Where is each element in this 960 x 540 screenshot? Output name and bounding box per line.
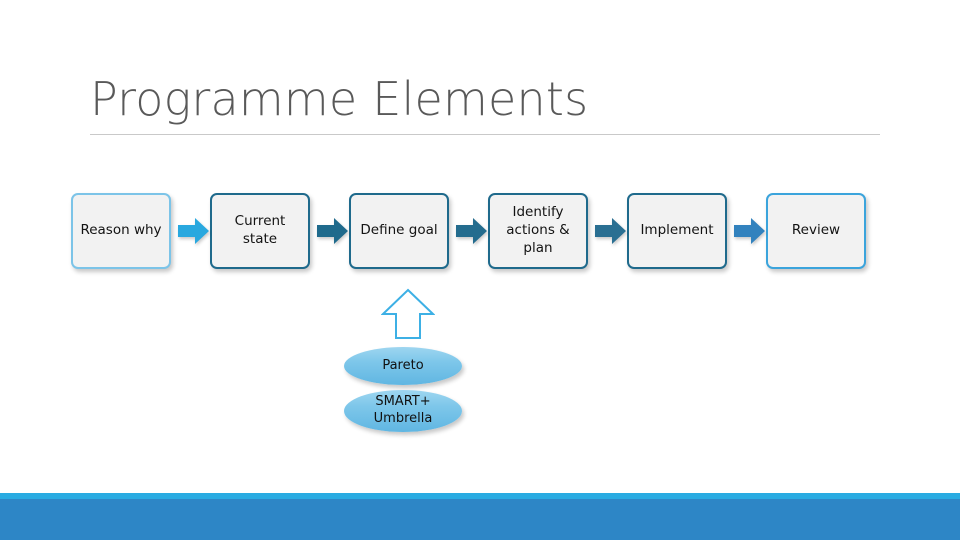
arrow-right-icon — [595, 216, 626, 246]
process-flow-diagram: Reason why Current state Define goal Iden… — [0, 0, 960, 540]
process-step-label: Identify actions & plan — [506, 204, 570, 256]
process-step-reason-why[interactable]: Reason why — [71, 193, 171, 269]
process-step-implement[interactable]: Implement — [627, 193, 727, 269]
callout-ellipse-label: SMART+ Umbrella — [373, 394, 433, 426]
process-step-label: Review — [791, 222, 841, 239]
process-step-identify-actions-plan[interactable]: Identify actions & plan — [488, 193, 588, 269]
arrow-right-icon — [178, 216, 209, 246]
process-step-label: Implement — [640, 222, 714, 239]
arrow-right-icon — [734, 216, 765, 246]
arrow-right-icon — [456, 216, 487, 246]
arrow-right-icon — [317, 216, 348, 246]
process-step-define-goal[interactable]: Define goal — [349, 193, 449, 269]
callout-ellipse-pareto[interactable]: Pareto — [344, 347, 462, 385]
process-step-review[interactable]: Review — [766, 193, 866, 269]
process-step-label: Define goal — [360, 222, 438, 239]
footer-band — [0, 499, 960, 540]
process-step-current-state[interactable]: Current state — [210, 193, 310, 269]
callout-ellipse-smart-umbrella[interactable]: SMART+ Umbrella — [344, 390, 462, 432]
callout-ellipse-label: Pareto — [382, 357, 424, 373]
process-step-label: Current state — [234, 213, 286, 247]
process-step-label: Reason why — [80, 222, 162, 239]
arrow-up-outline-icon — [381, 288, 435, 340]
